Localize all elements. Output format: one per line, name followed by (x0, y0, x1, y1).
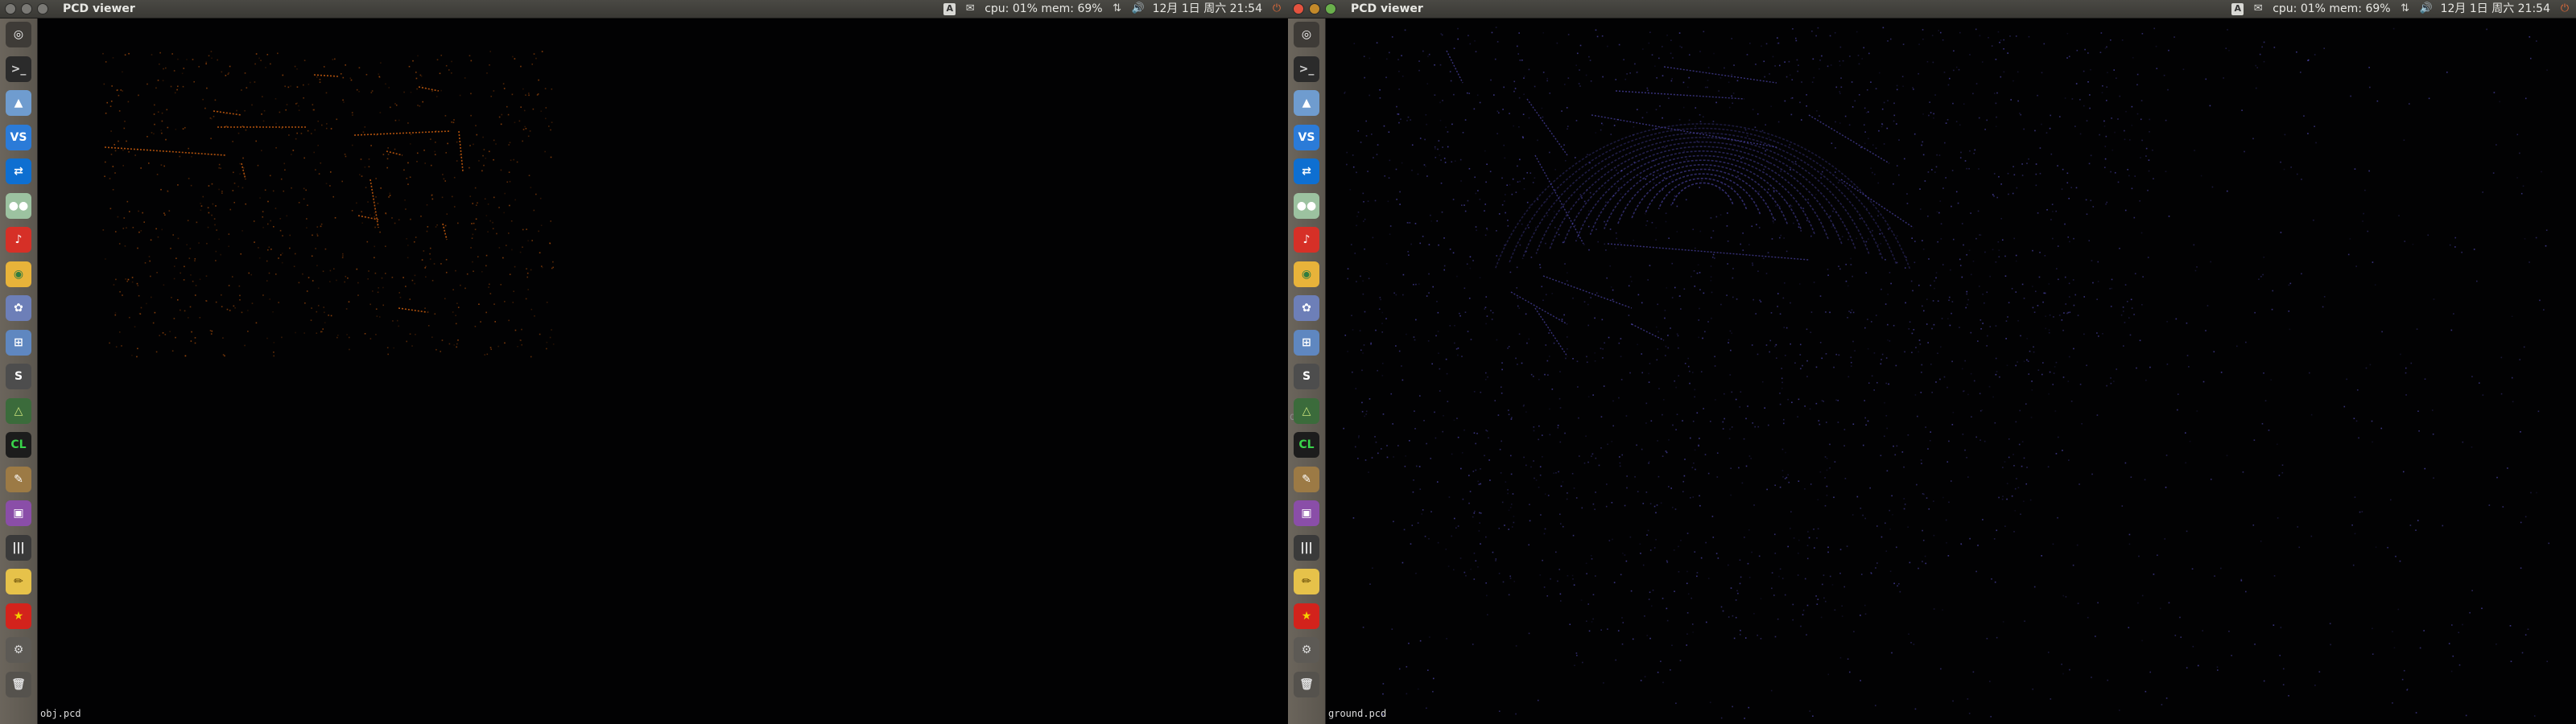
sublime-icon[interactable]: S (6, 364, 31, 389)
keyboard-layout-icon[interactable]: A (2231, 2, 2244, 15)
file-name-label: ground.pcd (1328, 708, 1387, 719)
right-screen: PCD viewer A ✉ cpu: 01% mem: 69% ⇅ 🔊 12月… (1288, 0, 2576, 724)
settings-icon[interactable]: ⚙ (6, 637, 31, 663)
minimize-button[interactable] (1309, 3, 1320, 14)
clion-icon[interactable]: CL (1294, 432, 1319, 458)
launcher: ◎ >_ ▲ VS ⇄ ●● ♪ ◉ ✿ ⊞ S △ CL ✎ ▣ ||| ✏ ★ ⚙ 🗑 (0, 19, 38, 724)
point-cloud-ground (1343, 27, 2550, 719)
left-screen: PCD viewer A ✉ cpu: 01% mem: 69% ⇅ 🔊 12月… (0, 0, 1288, 724)
media-icon[interactable]: ▣ (1294, 500, 1319, 526)
triangle-app-icon[interactable]: △ (1294, 397, 1319, 424)
power-icon[interactable]: ⏻ (1270, 2, 1283, 15)
notes-icon[interactable]: ✏ (1294, 569, 1319, 594)
vscode-icon[interactable]: VS (1294, 124, 1319, 150)
top-panel: PCD viewer A ✉ cpu: 01% mem: 69% ⇅ 🔊 12月… (0, 0, 1288, 19)
remmina-icon[interactable]: ⊞ (1294, 329, 1319, 356)
files-icon[interactable]: ▲ (1294, 90, 1319, 116)
window-controls (1293, 0, 1336, 18)
wechat-icon[interactable]: ●● (6, 192, 31, 219)
teamviewer-icon[interactable]: ⇄ (6, 158, 31, 184)
clock[interactable]: 12月 1日 周六 21:54 (1153, 0, 1262, 18)
clock[interactable]: 12月 1日 周六 21:54 (2441, 0, 2550, 18)
network-icon[interactable]: ⇅ (1111, 2, 1124, 15)
indicator-area: A ✉ cpu: 01% mem: 69% ⇅ 🔊 12月 1日 周六 21:5… (2231, 0, 2571, 18)
gimp-icon[interactable]: ✎ (1294, 466, 1319, 492)
mixer-icon[interactable]: ||| (6, 534, 31, 561)
dash-icon[interactable]: ◎ (6, 22, 31, 47)
chrome-icon[interactable]: ◉ (1294, 261, 1319, 287)
teamviewer-icon[interactable]: ⇄ (1294, 158, 1319, 184)
indicator-area: A ✉ cpu: 01% mem: 69% ⇅ 🔊 12月 1日 周六 21:5… (943, 0, 1283, 18)
sublime-icon[interactable]: S (1294, 364, 1319, 389)
wechat-tray-icon[interactable]: ✉ (2252, 2, 2264, 15)
notes-icon[interactable]: ✏ (6, 569, 31, 594)
minimize-button[interactable] (21, 3, 32, 14)
terminal-icon[interactable]: >_ (1294, 56, 1319, 82)
keyboard-layout-icon[interactable]: A (943, 2, 956, 15)
volume-icon[interactable]: 🔊 (1131, 2, 1144, 15)
wechat-icon[interactable]: ●● (1294, 192, 1319, 219)
dash-icon[interactable]: ◎ (1294, 22, 1319, 47)
system-monitor[interactable]: cpu: 01% mem: 69% (2273, 0, 2390, 18)
maximize-button[interactable] (37, 3, 48, 14)
bleachbit-icon[interactable]: ✿ (6, 295, 31, 321)
gimp-icon[interactable]: ✎ (6, 466, 31, 492)
netease-music-icon[interactable]: ♪ (6, 227, 31, 253)
files-icon[interactable]: ▲ (6, 90, 31, 116)
trash-icon[interactable]: 🗑 (6, 671, 31, 697)
close-button[interactable] (5, 3, 16, 14)
point-cloud-viewport[interactable] (38, 19, 1288, 724)
window-title: PCD viewer (63, 2, 135, 15)
terminal-icon[interactable]: >_ (6, 56, 31, 82)
point-cloud-viewport[interactable] (1326, 19, 2576, 724)
volume-icon[interactable]: 🔊 (2419, 2, 2432, 15)
top-panel: PCD viewer A ✉ cpu: 01% mem: 69% ⇅ 🔊 12月… (1288, 0, 2576, 19)
window-controls (5, 0, 48, 18)
vscode-icon[interactable]: VS (6, 124, 31, 150)
trash-icon[interactable]: 🗑 (1294, 671, 1319, 697)
mixer-icon[interactable]: ||| (1294, 534, 1319, 561)
wechat-tray-icon[interactable]: ✉ (964, 2, 976, 15)
network-icon[interactable]: ⇅ (2399, 2, 2412, 15)
point-cloud-obj (102, 51, 555, 358)
clion-icon[interactable]: CL (6, 432, 31, 458)
chrome-icon[interactable]: ◉ (6, 261, 31, 287)
bleachbit-icon[interactable]: ✿ (1294, 295, 1319, 321)
launcher: data ◎>_▲VS⇄●●♪◉✿⊞S△CL✎▣|||✏★⚙🗑 (1288, 19, 1326, 724)
window-title: PCD viewer (1351, 2, 1423, 15)
maximize-button[interactable] (1325, 3, 1336, 14)
triangle-app-icon[interactable]: △ (6, 397, 31, 424)
media-icon[interactable]: ▣ (6, 500, 31, 526)
system-monitor[interactable]: cpu: 01% mem: 69% (985, 0, 1102, 18)
netease-music-icon[interactable]: ♪ (1294, 227, 1319, 253)
power-icon[interactable]: ⏻ (2558, 2, 2571, 15)
flag-app-icon[interactable]: ★ (6, 603, 31, 629)
flag-app-icon[interactable]: ★ (1294, 603, 1319, 629)
file-name-label: obj.pcd (40, 708, 81, 719)
settings-icon[interactable]: ⚙ (1294, 637, 1319, 663)
close-button[interactable] (1293, 3, 1304, 14)
remmina-icon[interactable]: ⊞ (6, 329, 31, 356)
